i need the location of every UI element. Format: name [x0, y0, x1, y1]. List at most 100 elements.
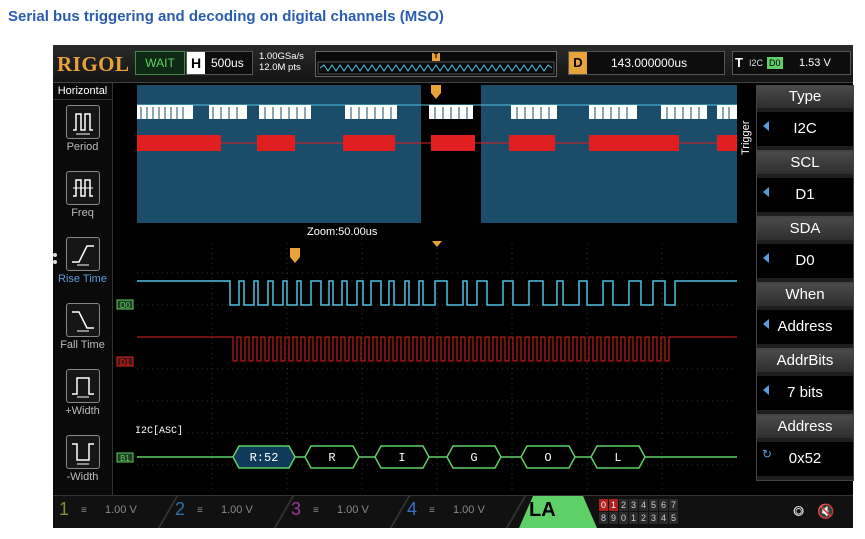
menu-item-addrbits[interactable]: AddrBits 7 bits: [756, 349, 854, 415]
la-channel: 5: [669, 512, 678, 524]
la-channel: 6: [659, 499, 668, 511]
sidebar-item-fall-time[interactable]: Fall Time: [53, 303, 112, 369]
sidebar-item-negative-width[interactable]: -Width: [53, 435, 112, 501]
la-channel: 3: [649, 512, 658, 524]
menu-item-scl[interactable]: SCL D1: [756, 151, 854, 217]
negative-width-icon: [66, 435, 100, 469]
channel-scale: 1.00 V: [221, 504, 253, 516]
channel-bar: 1 ≡ 1.00 V 2 ≡ 1.00 V 3 ≡ 1.00 V 4 ≡ 1.0…: [53, 495, 853, 528]
menu-item-when[interactable]: When Address: [756, 283, 854, 349]
la-channel: 0: [599, 499, 608, 511]
rigol-logo: RIGOL: [57, 52, 130, 76]
menu-item-title: AddrBits: [757, 350, 853, 372]
la-label: LA: [529, 499, 556, 521]
memory-overview-strip[interactable]: T: [315, 51, 557, 77]
la-channel: 4: [659, 512, 668, 524]
sidebar-item-rise-time[interactable]: Rise Time: [53, 237, 112, 303]
channel-number: 1: [59, 499, 70, 519]
sidebar-item-label: Freq: [71, 207, 94, 219]
run-status-badge[interactable]: WAIT: [135, 51, 185, 75]
decode-packet-data: O: [520, 445, 576, 469]
la-channel: 5: [649, 499, 658, 511]
waveform-display[interactable]: Zoom:50.00us D0 D1 I2C[ASC] B1 R:52 R I …: [113, 83, 737, 495]
menu-item-title: When: [757, 284, 853, 306]
usb-icon: ⭗: [793, 503, 805, 519]
memory-trigger-marker: T: [432, 53, 440, 61]
horizontal-timebase[interactable]: H 500us: [186, 51, 253, 75]
trigger-source: D0: [767, 57, 783, 69]
trigger-delay[interactable]: D 143.000000us: [568, 51, 725, 75]
sidebar-title: Horizontal: [53, 85, 112, 100]
sidebar-item-freq[interactable]: Freq: [53, 171, 112, 237]
decode-packet-address: R:52: [232, 445, 296, 469]
channel-scale: 1.00 V: [337, 504, 369, 516]
timebase-value: 500us: [211, 56, 244, 70]
la-channel: 9: [609, 512, 618, 524]
bus-decode-label: I2C[ASC]: [135, 425, 183, 437]
caret-left-icon: [763, 253, 769, 263]
la-channel: 2: [639, 512, 648, 524]
coupling-icon: ≡: [313, 505, 319, 516]
period-icon: [66, 105, 100, 139]
coupling-icon: ≡: [197, 505, 203, 516]
menu-item-type[interactable]: Type I2C: [756, 85, 854, 151]
decode-packet-text: O: [544, 451, 551, 465]
la-channel: 4: [639, 499, 648, 511]
sidebar-item-label: -Width: [66, 471, 99, 483]
fall-time-icon: [66, 303, 100, 337]
menu-item-title: Address: [757, 416, 853, 438]
d1-channel-label: D1: [120, 358, 131, 367]
trigger-status[interactable]: T I2C D0 1.53 V: [732, 51, 851, 75]
la-channel: 3: [629, 499, 638, 511]
delay-key: D: [569, 52, 587, 74]
channel-1[interactable]: 1 ≡ 1.00 V: [55, 496, 179, 528]
caret-left-icon: [763, 385, 769, 395]
sidebar-item-period[interactable]: Period: [53, 105, 112, 171]
menu-item-value: I2C: [757, 112, 853, 146]
decode-packet-data: G: [446, 445, 502, 469]
decode-packet-data: R: [304, 445, 360, 469]
decode-packet-text: G: [470, 451, 477, 465]
trigger-key: T: [735, 55, 743, 70]
menu-item-title: Type: [757, 86, 853, 108]
trigger-tab[interactable]: Trigger: [737, 93, 755, 193]
decode-packet-text: R: [328, 451, 335, 465]
channel-scale: 1.00 V: [453, 504, 485, 516]
logic-analyzer-button[interactable]: LA 0 1 2 3 4 5 6 7 8 9 0 1 2 3 4 5: [519, 496, 678, 528]
la-channel: 1: [609, 499, 618, 511]
la-channel: 0: [619, 512, 628, 524]
sidebar-item-positive-width[interactable]: +Width: [53, 369, 112, 435]
menu-item-value: Address: [757, 310, 853, 344]
channel-2[interactable]: 2 ≡ 1.00 V: [171, 496, 295, 528]
channel-4[interactable]: 4 ≡ 1.00 V: [403, 496, 527, 528]
decode-packet-text: R:52: [250, 451, 279, 465]
channel-3[interactable]: 3 ≡ 1.00 V: [287, 496, 411, 528]
decode-packet-text: I: [398, 451, 405, 465]
sidebar-item-label: +Width: [65, 405, 100, 417]
sidebar-item-label: Period: [66, 141, 99, 153]
trigger-menu: Trigger Type I2C SCL D1 SDA D0 When Addr…: [737, 83, 854, 495]
status-bar: RIGOL WAIT H 500us 1.00GSa/s 12.0M pts T…: [53, 45, 853, 83]
caret-left-icon: [763, 121, 769, 131]
sample-rate: 1.00GSa/s: [259, 51, 304, 62]
la-channel: 1: [629, 512, 638, 524]
menu-item-title: SCL: [757, 152, 853, 174]
trigger-type: I2C: [749, 58, 764, 68]
menu-item-address[interactable]: Address 0x52 ↻: [756, 415, 854, 481]
decode-packet-text: L: [614, 451, 621, 465]
horizontal-key: H: [187, 52, 205, 74]
delay-value: 143.000000us: [611, 56, 688, 70]
sidebar-item-label: Rise Time: [58, 273, 107, 285]
caret-left-icon: [763, 187, 769, 197]
channel-scale: 1.00 V: [105, 504, 137, 516]
measure-sidebar: Horizontal Period Freq Rise Time Fall Ti…: [53, 83, 113, 495]
menu-item-sda[interactable]: SDA D0: [756, 217, 854, 283]
bus-channel-label: B1: [120, 454, 130, 463]
d0-channel-label: D0: [120, 301, 131, 310]
decode-packet-data: L: [590, 445, 646, 469]
acquisition-info: 1.00GSa/s 12.0M pts: [259, 51, 304, 73]
sidebar-item-label: Fall Time: [60, 339, 105, 351]
positive-width-icon: [66, 369, 100, 403]
speaker-mute-icon[interactable]: 🔇: [817, 503, 834, 520]
oscilloscope-screen: RIGOL WAIT H 500us 1.00GSa/s 12.0M pts T…: [53, 45, 854, 528]
